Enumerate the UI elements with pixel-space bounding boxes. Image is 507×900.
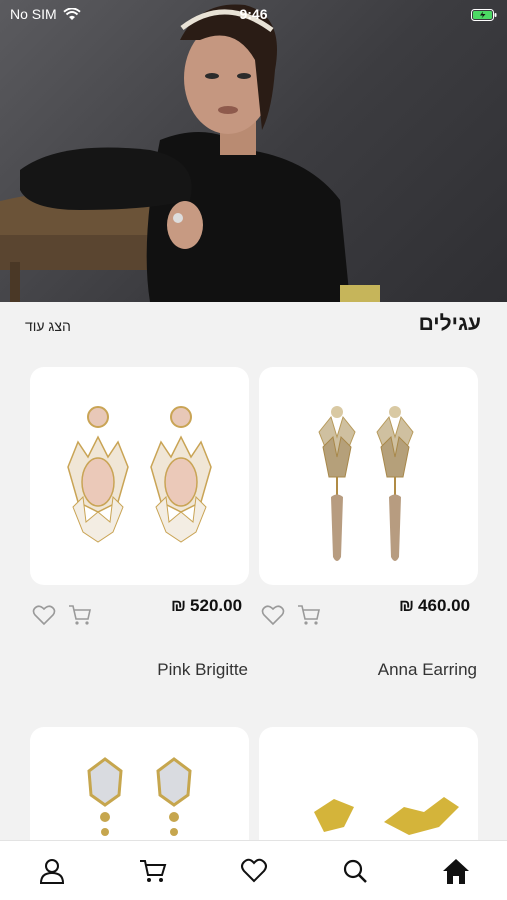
model-photo [0,4,380,302]
product-image [67,406,212,543]
favorites-heart-icon[interactable] [238,855,270,887]
status-time: 9:46 [239,6,268,22]
currency-symbol: ₪ [399,596,415,615]
section-header: עגילים הצג עוד [0,302,507,348]
section-title: עגילים [418,312,481,335]
cart-icon[interactable] [137,855,169,887]
status-bar: No SIM 9:46 [0,0,507,28]
wishlist-heart-icon[interactable] [31,603,57,627]
product-name-anna-earring[interactable]: Anna Earring [378,660,477,680]
product-card-anna-earring[interactable] [259,367,478,585]
hero-banner-image[interactable] [0,0,507,302]
add-to-cart-icon[interactable] [67,603,93,627]
home-icon[interactable] [440,855,472,887]
currency-symbol: ₪ [171,596,187,615]
product-image [318,406,414,561]
product-name-pink-brigitte[interactable]: Pink Brigitte [157,660,248,680]
show-more-link[interactable]: הצג עוד [25,318,71,334]
battery-icon [471,8,497,26]
wishlist-heart-icon[interactable] [260,603,286,627]
price-value: 520.00 [190,596,243,615]
product-card-pink-brigitte[interactable] [30,367,249,585]
search-icon[interactable] [339,855,371,887]
price-value: 460.00 [418,596,471,615]
profile-user-icon[interactable] [36,855,68,887]
price-anna-earring: ₪ 460.00 [399,596,470,616]
bottom-navigation [0,840,507,900]
add-to-cart-icon[interactable] [296,603,322,627]
price-pink-brigitte: ₪ 520.00 [171,596,242,616]
